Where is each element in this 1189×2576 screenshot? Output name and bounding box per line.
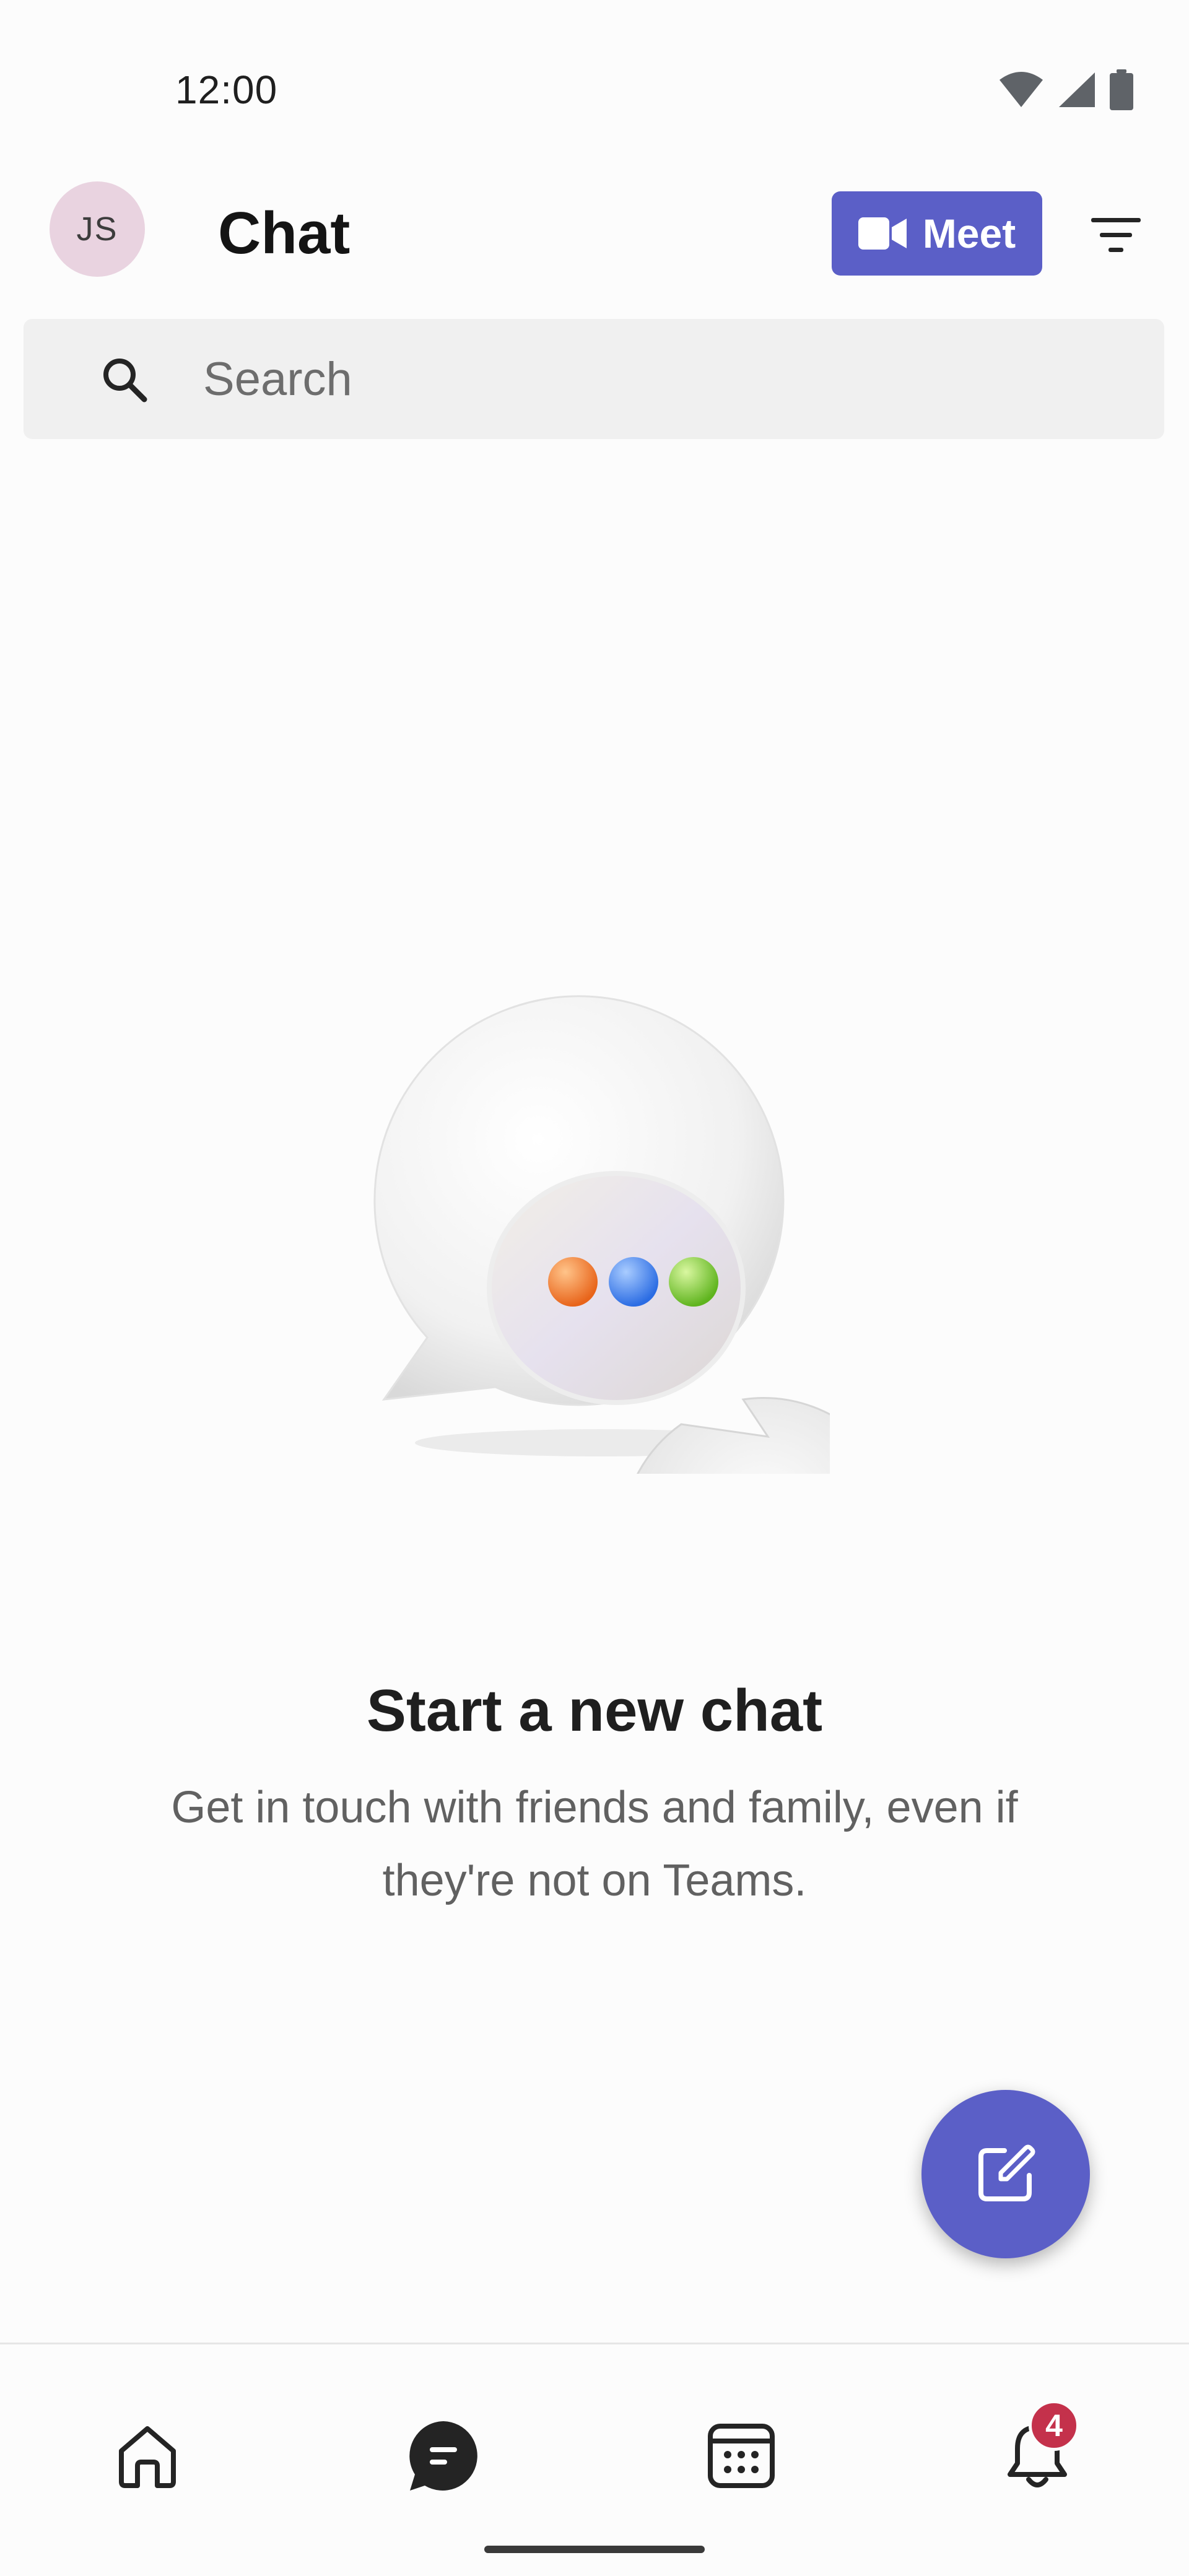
video-camera-icon [858,217,907,250]
teams-chat-screen: 12:00 JS Chat Meet Search Start a new ch… [0,0,1189,2576]
search-input[interactable] [203,344,1132,414]
meet-button[interactable]: Meet [832,191,1042,276]
empty-state-description: Get in touch with friends and family, ev… [171,1783,1018,1905]
new-chat-button[interactable] [921,2090,1090,2258]
search-icon [103,359,147,402]
status-time: 12:00 [175,67,278,112]
blue-dot [609,1257,658,1307]
empty-state-title: Start a new chat [366,1677,823,1744]
avatar[interactable]: JS [50,181,145,277]
wifi-icon [1000,72,1043,107]
notification-badge: 4 [1029,2400,1079,2451]
orange-dot [548,1257,598,1307]
bottom-navigation: 4 [0,2343,1189,2576]
nav-activity[interactable]: 4 [982,2400,1093,2512]
battery-icon [1110,69,1133,110]
filter-icon [1091,218,1141,252]
nav-home[interactable] [92,2400,203,2512]
chat-bubbles-illustration [373,995,830,1474]
meet-button-label: Meet [922,211,1016,256]
green-dot [669,1257,718,1307]
nav-calendar[interactable] [686,2400,797,2512]
status-bar: 12:00 [0,0,1189,180]
status-icons [998,69,1133,110]
nav-chat[interactable] [388,2400,499,2512]
search-bar[interactable] [24,319,1164,439]
avatar-initials: JS [76,211,118,248]
page-title: Chat [218,200,351,266]
compose-icon [978,2144,1035,2201]
filter-button[interactable] [1085,204,1147,266]
calendar-icon [708,2424,775,2488]
chat-icon [409,2421,477,2491]
home-icon [119,2426,176,2488]
signal-icon [1059,72,1095,107]
home-indicator[interactable] [484,2546,705,2553]
